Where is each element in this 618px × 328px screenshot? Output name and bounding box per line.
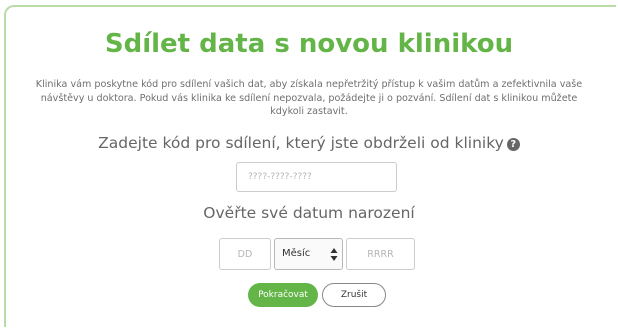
- help-circle-icon[interactable]: ?: [506, 138, 520, 151]
- dob-year-input[interactable]: [346, 238, 415, 270]
- continue-button[interactable]: Pokračovat: [248, 283, 318, 307]
- cancel-button[interactable]: Zrušit: [322, 283, 386, 307]
- dob-month-value: Měsíc: [282, 248, 311, 259]
- dob-label: Ověřte své datum narození: [203, 204, 415, 222]
- dob-month-select[interactable]: Měsíc: [274, 238, 343, 270]
- dialog-title: Sdílet data s novou klinikou: [104, 29, 514, 59]
- share-code-label: Zadejte kód pro sdílení, který jste obdr…: [98, 134, 504, 152]
- select-arrows-icon: [330, 248, 338, 261]
- dob-day-input[interactable]: [219, 238, 271, 270]
- share-code-input[interactable]: [236, 162, 397, 192]
- share-code-label-row: Zadejte kód pro sdílení, který jste obdr…: [0, 132, 618, 154]
- dialog-description: Klinika vám poskytne kód pro sdílení vaš…: [35, 79, 583, 117]
